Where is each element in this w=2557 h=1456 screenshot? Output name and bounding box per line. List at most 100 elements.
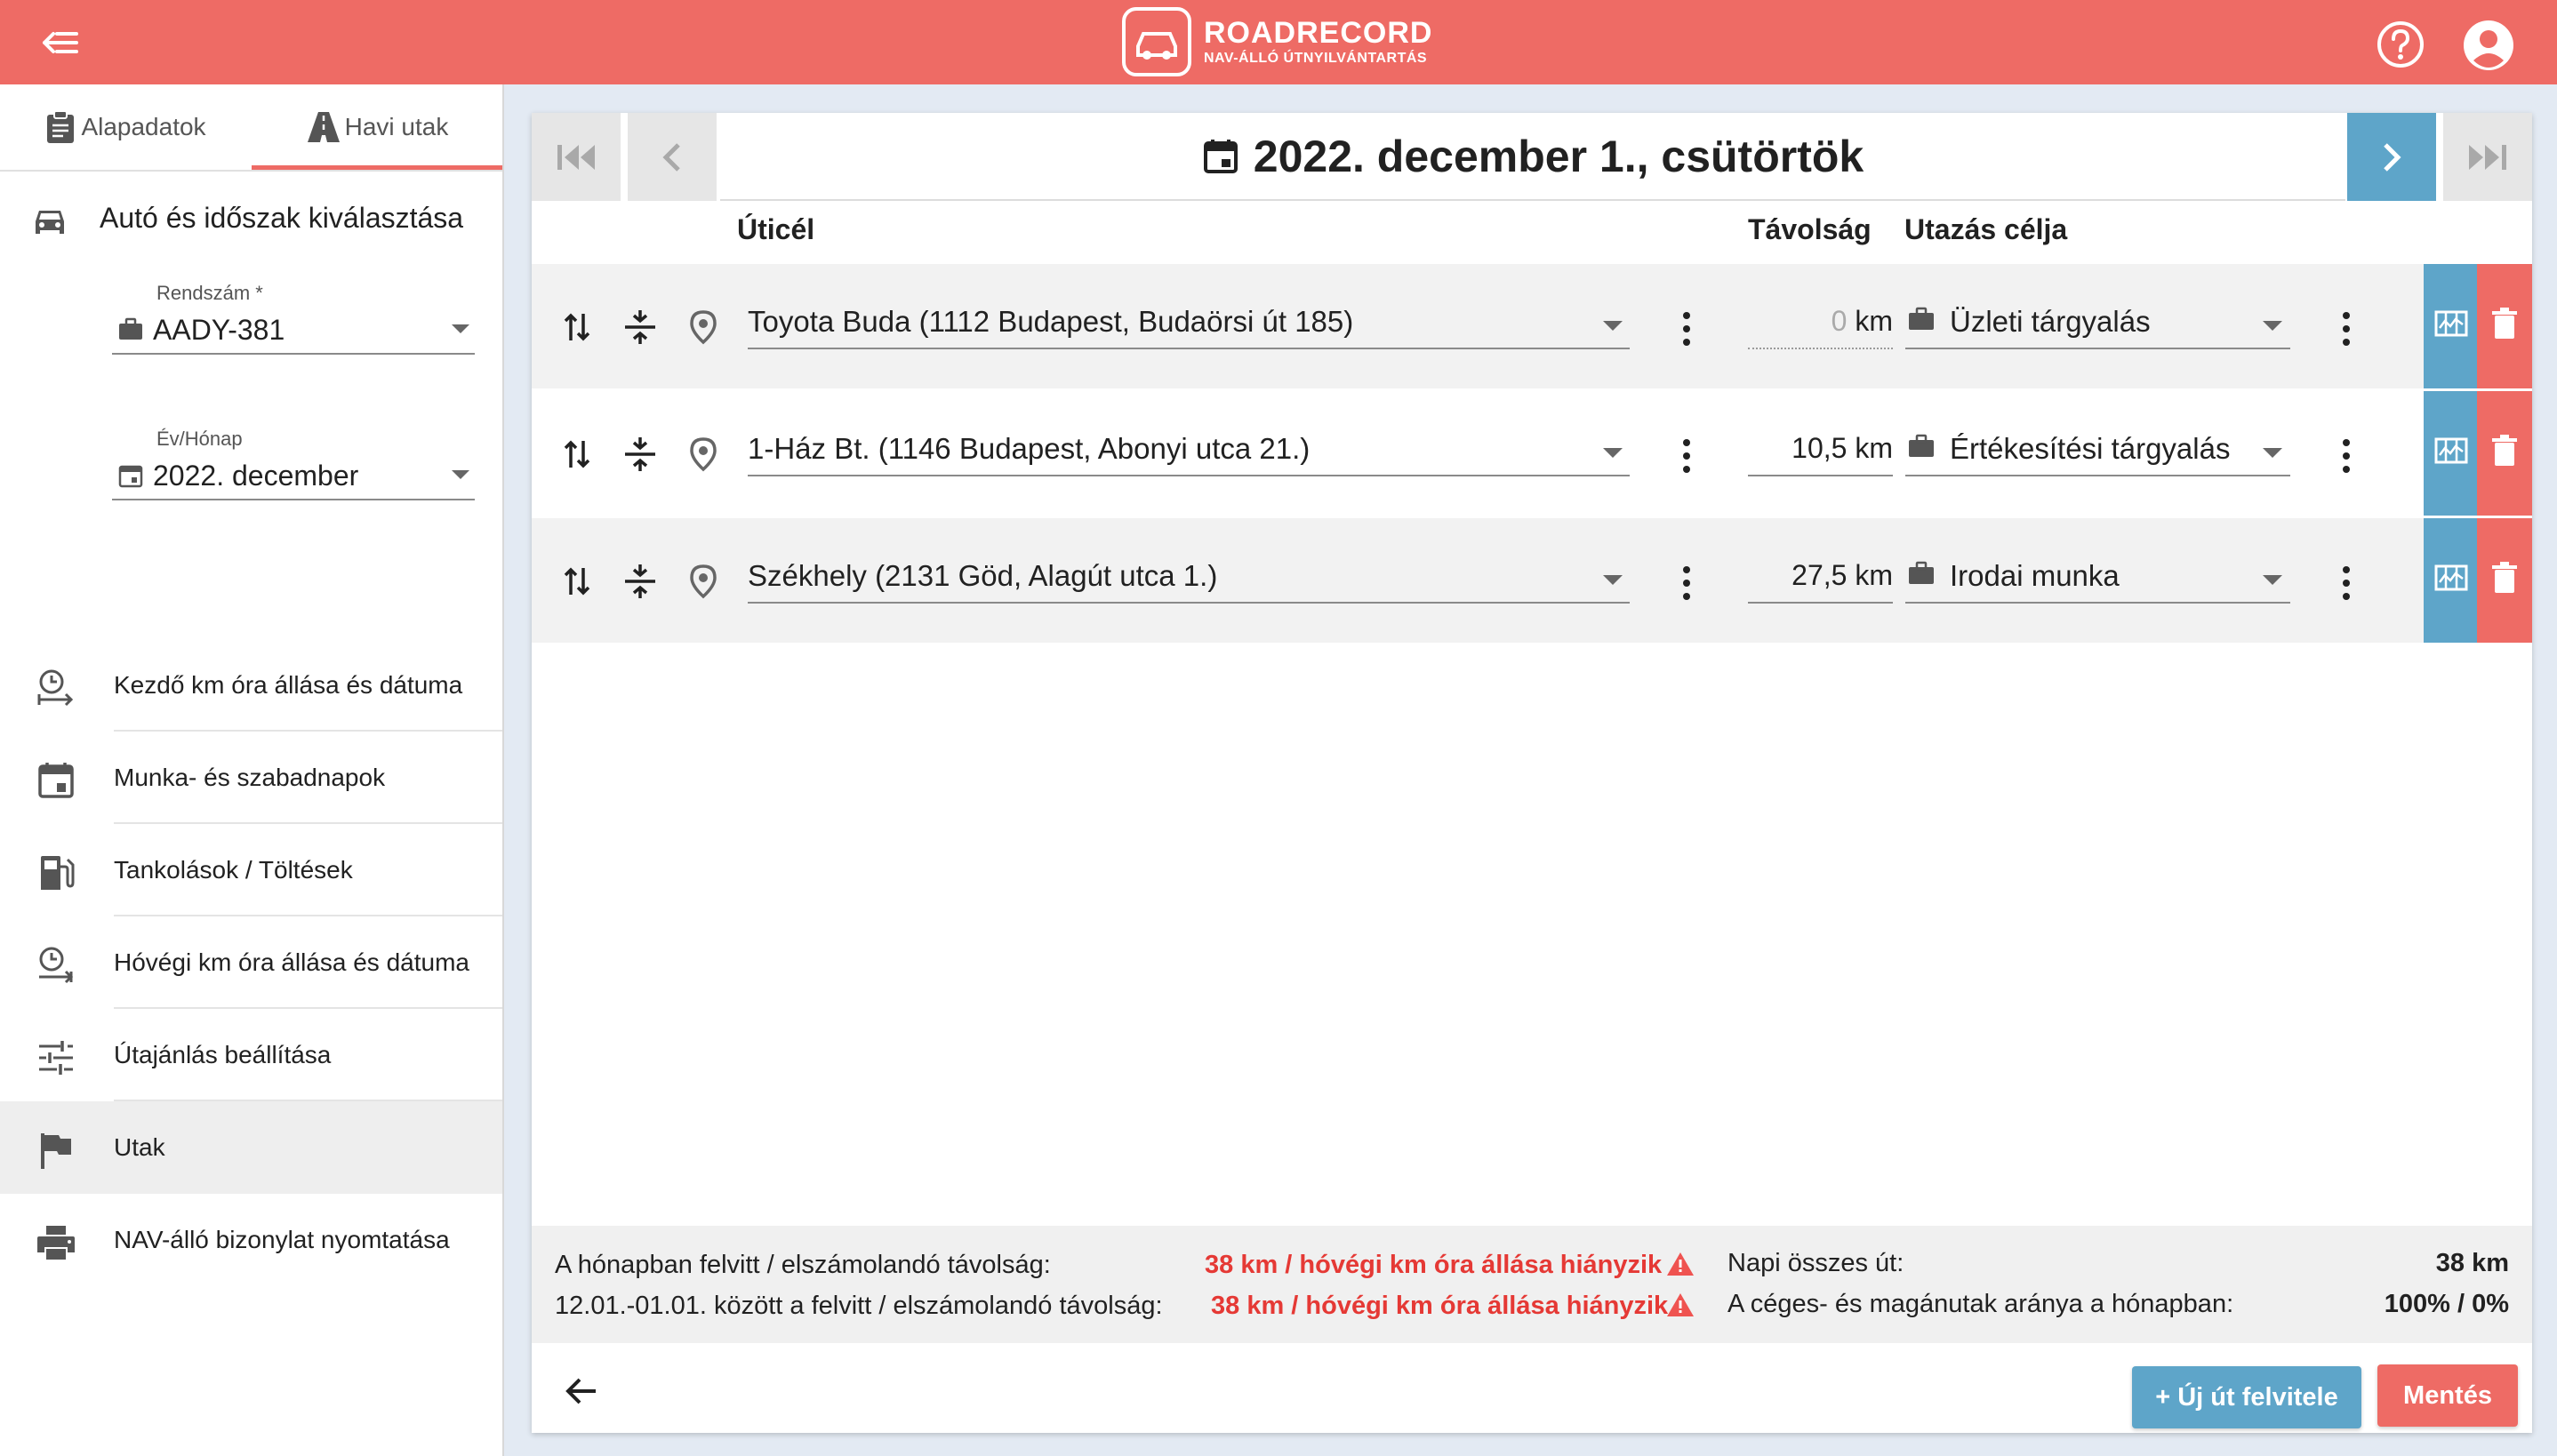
purpose-select[interactable]: Irodai munka [1905,550,2290,604]
swap-vertical-icon[interactable] [558,563,596,600]
sidebar-item-route-settings[interactable]: Útajánlás beállítása [0,1009,502,1101]
next-day-button[interactable] [2347,113,2436,201]
distance-input[interactable]: 10,5 km [1748,423,1893,476]
destination-select[interactable]: Toyota Buda (1112 Budapest, Budaörsi út … [748,296,1630,349]
active-tab-indicator [252,165,502,170]
purpose-select[interactable]: Értékesítési tárgyalás [1905,423,2290,476]
sidebar: Alapadatok Havi utak Autó és időszak kiv… [0,84,504,1456]
more-vert-icon[interactable] [1683,312,1690,346]
clipboard-icon [47,110,75,143]
help-icon[interactable] [2376,20,2425,69]
delete-trip-button[interactable] [2477,518,2532,643]
plate-select[interactable]: AADY-381 [112,307,475,355]
arrow-back-icon[interactable] [564,1373,599,1409]
month-field[interactable]: Év/Hónap 2022. december [112,428,475,509]
warning-icon [1667,1252,1694,1276]
distance-input[interactable]: 27,5 km [1748,550,1893,604]
destination-select[interactable]: 1-Ház Bt. (1146 Budapest, Abonyi utca 21… [748,423,1630,476]
sidebar-item-label: Tankolások / Töltések [114,856,353,884]
delete-trip-button[interactable] [2477,391,2532,516]
column-distance: Távolság [1748,213,1872,245]
delete-trip-button[interactable] [2477,264,2532,388]
section-header: Autó és időszak kiválasztása [0,172,502,269]
clock-arrow-icon [37,669,74,707]
month-select[interactable]: 2022. december [112,452,475,500]
sidebar-tabs: Alapadatok Havi utak [0,84,502,172]
month-label: Év/Hónap [156,428,243,450]
more-vert-icon[interactable] [2343,312,2350,346]
split-icon[interactable] [621,436,659,473]
map-route-button[interactable] [2424,391,2477,516]
sidebar-item-print[interactable]: NAV-álló bizonylat nyomtatása [0,1194,502,1286]
more-vert-icon[interactable] [1683,566,1690,600]
plate-field[interactable]: Rendszám * AADY-381 [112,282,475,364]
calendar-icon [118,465,143,488]
chevron-left-icon [662,142,680,172]
location-pin-icon[interactable] [685,308,722,346]
tab-label: Alapadatok [81,113,206,140]
distance-input[interactable]: 0 km [1748,296,1893,349]
map-route-button[interactable] [2424,264,2477,388]
distance-value: 10,5 km [1792,432,1893,464]
calendar-icon [38,763,74,798]
trash-icon [2492,562,2517,593]
sidebar-item-label: Hóvégi km óra állása és dátuma [114,948,469,976]
sidebar-item-label: Utak [114,1133,165,1161]
warning-icon [1667,1293,1694,1316]
sidebar-item-start-km[interactable]: Kezdő km óra állása és dátuma [0,639,502,732]
add-trip-button[interactable]: + Új út felvitele [2132,1366,2361,1428]
map-route-button[interactable] [2424,518,2477,643]
chevron-down-icon [2263,448,2282,458]
date-header: 2022. december 1., csütörtök [720,113,2345,201]
chevron-down-icon [452,324,469,333]
month-value: 2022. december [153,459,359,492]
sidebar-item-label: Útajánlás beállítása [114,1041,332,1068]
destination-select[interactable]: Székhely (2131 Göd, Alagút utca 1.) [748,550,1630,604]
sliders-icon [39,1041,73,1075]
roadrecord-logo: ROADRECORD NAV-ÁLLÓ ÚTNYILVÁNTARTÁS [1122,5,1432,78]
trash-icon [2492,435,2517,466]
car-icon [36,211,64,234]
location-pin-icon[interactable] [685,563,722,600]
more-vert-icon[interactable] [1683,439,1690,473]
more-vert-icon[interactable] [2343,439,2350,473]
briefcase-icon [1909,434,1934,457]
distance-value: 0 [1831,305,1848,337]
month-distance-value: 38 km / hóvégi km óra állása hiányzik [1205,1251,1663,1279]
map-icon [2434,437,2468,464]
sidebar-item-trips[interactable]: Utak [0,1101,502,1194]
location-pin-icon[interactable] [685,436,722,473]
prev-day-button[interactable] [628,113,717,201]
save-button[interactable]: Mentés [2377,1364,2518,1427]
first-day-button[interactable] [532,113,621,201]
daily-total-label: Napi összes út: [1727,1249,1904,1277]
trip-row: Székhely (2131 Göd, Alagút utca 1.) 27,5… [532,518,2532,643]
purpose-select[interactable]: Üzleti tárgyalás [1905,296,2290,349]
account-icon[interactable] [2463,20,2514,71]
purpose-value: Értékesítési tárgyalás [1950,432,2231,465]
swap-vertical-icon[interactable] [558,308,596,346]
last-day-button[interactable] [2443,113,2532,201]
sidebar-item-label: Munka- és szabadnapok [114,764,386,791]
period-distance-value: 38 km / hóvégi km óra állása hiányzik [1211,1292,1669,1320]
menu-back-icon[interactable] [39,21,82,64]
distance-unit: km [1855,305,1893,337]
tab-alapadatok[interactable]: Alapadatok [0,84,252,170]
sidebar-item-label: Kezdő km óra állása és dátuma [114,671,463,699]
more-vert-icon[interactable] [2343,566,2350,600]
swap-vertical-icon[interactable] [558,436,596,473]
summary-panel: A hónapban felvitt / elszámolandó távols… [532,1226,2532,1343]
sidebar-item-fueling[interactable]: Tankolások / Töltések [0,824,502,916]
chevron-down-icon [452,470,469,479]
split-icon[interactable] [621,563,659,600]
chevron-down-icon [1603,321,1623,331]
split-icon[interactable] [621,308,659,346]
sidebar-item-workdays[interactable]: Munka- és szabadnapok [0,732,502,824]
fuel-pump-icon [41,856,75,890]
car-logo-icon [1122,7,1191,76]
sidebar-item-end-km[interactable]: Hóvégi km óra állása és dátuma [0,916,502,1009]
ratio-value: 100% / 0% [2384,1290,2509,1318]
tab-havi-utak[interactable]: Havi utak [252,84,502,170]
chevron-down-icon [2263,575,2282,585]
map-icon [2434,310,2468,337]
